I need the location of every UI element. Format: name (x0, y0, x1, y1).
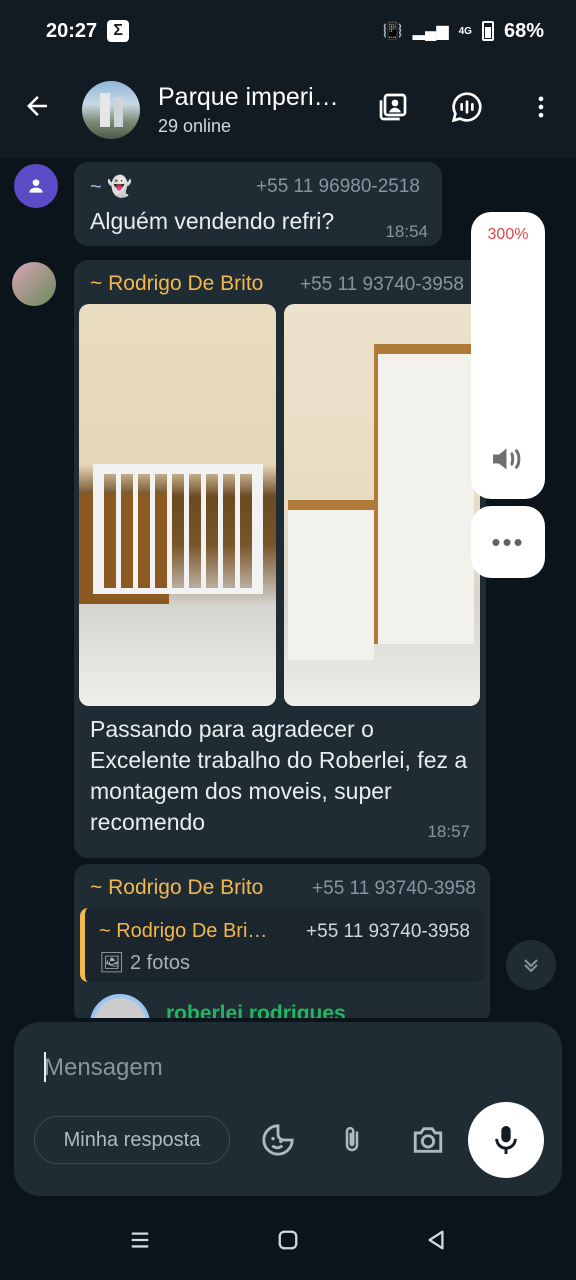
text-caret (44, 1052, 46, 1082)
camera-icon (413, 1127, 443, 1153)
quoted-message[interactable]: ~ Rodrigo De Bri… +55 11 93740-3958 🖼 2 … (80, 908, 484, 982)
message-bubble[interactable]: ~ Rodrigo De Brito +55 11 93740-3958 ~ R… (74, 864, 490, 1018)
scroll-down-button[interactable] (506, 940, 556, 990)
more-options-button[interactable] (524, 90, 558, 124)
volume-panel[interactable]: 300% (471, 212, 545, 499)
message-phone: +55 11 93740-3958 (312, 878, 476, 899)
message-sender[interactable]: ~ 👻 (90, 174, 132, 199)
quick-reply-button[interactable]: Minha resposta (34, 1116, 230, 1164)
signal-icon: ▂▄▆ (412, 23, 449, 40)
system-nav-bar (0, 1200, 576, 1280)
app-notification-icon: Σ (107, 20, 130, 42)
message-time: 18:57 (427, 822, 470, 841)
back-nav-button[interactable] (421, 1225, 451, 1255)
recents-button[interactable] (125, 1225, 155, 1255)
attach-button[interactable] (330, 1118, 374, 1162)
message-sender[interactable]: ~ Rodrigo De Brito (90, 876, 263, 900)
volume-more-button[interactable]: ••• (471, 506, 545, 578)
message-phone: +55 11 96980-2518 (256, 176, 420, 197)
more-vert-icon (538, 96, 544, 118)
sticker-button[interactable] (256, 1118, 300, 1162)
volume-level: 300% (487, 226, 529, 243)
voice-chat-button[interactable] (450, 90, 484, 124)
mic-button[interactable] (468, 1102, 544, 1178)
quoted-phone: +55 11 93740-3958 (306, 921, 470, 942)
paperclip-icon (345, 1126, 359, 1152)
sender-avatar[interactable] (12, 262, 56, 306)
message-bubble[interactable]: ~ 👻 +55 11 96980-2518 Alguém vendendo re… (74, 162, 442, 246)
sticker-icon (262, 1124, 294, 1156)
chat-info[interactable]: Parque imperi… 29 online (158, 83, 358, 137)
online-count: 29 online (158, 116, 232, 136)
vibrate-icon: 📳 (382, 23, 403, 40)
battery-level: 68% (503, 19, 544, 42)
message-time: 18:54 (385, 222, 428, 241)
contact-name[interactable]: roberlei rodrigues (166, 1002, 346, 1018)
back-button[interactable] (22, 91, 62, 129)
message-bubble[interactable]: ~ Rodrigo De Brito +55 11 93740-3958 Pas… (74, 260, 486, 858)
triangle-back-icon (428, 1230, 444, 1250)
person-icon (29, 179, 43, 193)
mic-icon (495, 1126, 517, 1154)
group-avatar[interactable] (82, 81, 140, 139)
menu-lines-icon (131, 1232, 149, 1248)
message-input[interactable] (44, 1048, 524, 1088)
message-phone: +55 11 93740-3958 (300, 274, 464, 295)
more-horiz-icon: ••• (491, 526, 525, 557)
battery-icon (481, 21, 494, 41)
message-text: Passando para agradecer o Excelente trab… (90, 716, 468, 835)
image-icon: 🖼 (99, 952, 125, 974)
quoted-sender: ~ Rodrigo De Bri… (99, 920, 268, 942)
speaker-icon[interactable] (471, 444, 545, 481)
status-bar: 20:27 Σ 📳 ▂▄▆ 4G 68% (0, 0, 576, 62)
media-gallery-icon (379, 93, 407, 121)
home-button[interactable] (273, 1225, 303, 1255)
photo-wardrobe[interactable] (284, 304, 480, 706)
camera-button[interactable] (406, 1118, 450, 1162)
home-square-icon (278, 1230, 298, 1250)
media-button[interactable] (376, 90, 410, 124)
message-text: Alguém vendendo refri? (90, 208, 335, 234)
message-sender[interactable]: ~ Rodrigo De Brito (90, 272, 263, 296)
clock: 20:27 (46, 19, 98, 42)
contact-avatar[interactable] (90, 994, 150, 1018)
message-composer: Minha resposta (14, 1022, 562, 1196)
sender-avatar[interactable] (14, 164, 58, 208)
network-type: 4G (458, 25, 472, 37)
quoted-body: 2 fotos (129, 952, 190, 974)
chat-title: Parque imperi… (158, 83, 339, 111)
double-chevron-down-icon (524, 959, 538, 973)
chat-header: Parque imperi… 29 online (0, 62, 576, 158)
arrow-left-icon (27, 96, 47, 116)
voice-chat-icon (451, 92, 482, 123)
photo-crib[interactable] (79, 304, 276, 706)
